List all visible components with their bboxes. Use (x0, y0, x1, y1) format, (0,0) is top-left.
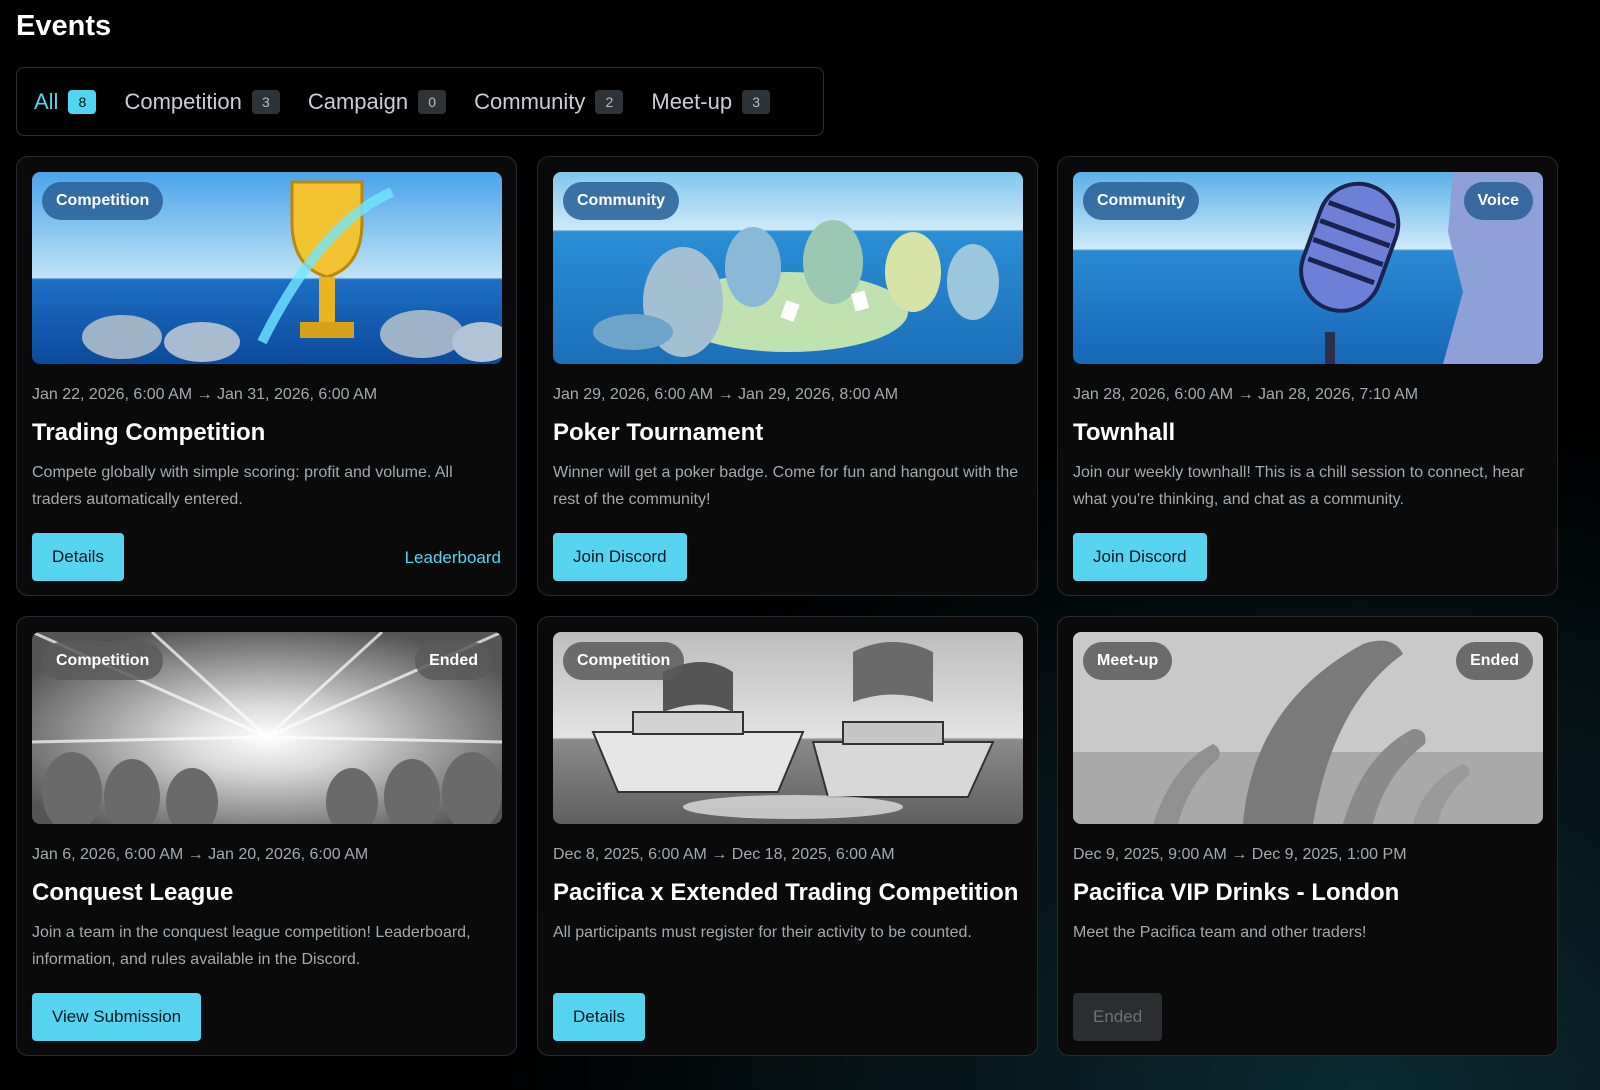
tab-label: All (34, 88, 59, 114)
event-date-range: Jan 29, 2026, 6:00 AM → Jan 29, 2026, 8:… (553, 386, 899, 403)
event-card-poker-tournament[interactable]: Community Jan 29, 2026, 6:00 AM → Jan 29… (537, 156, 1038, 596)
join-discord-button[interactable]: Join Discord (1073, 533, 1207, 581)
tab-all[interactable]: All 8 (34, 88, 97, 115)
tab-count-badge: 2 (595, 89, 624, 114)
tab-label: Meet-up (651, 88, 733, 114)
event-card-vip-drinks[interactable]: Meet-up Ended Dec 9, 2025, 9:00 AM → Dec… (1057, 616, 1558, 1056)
join-discord-button[interactable]: Join Discord (553, 533, 687, 581)
microphone-icon (1464, 182, 1544, 364)
event-title: Poker Tournament (553, 419, 764, 446)
event-title: Trading Competition (32, 419, 266, 446)
page-title: Events (16, 10, 112, 42)
tab-community[interactable]: Community 2 (474, 88, 624, 115)
event-description: Join our weekly townhall! This is a chil… (1073, 464, 1525, 508)
events-page: Events All 8 Competition 3 Campaign 0 Co… (0, 0, 1600, 1090)
event-image: Community (553, 172, 1023, 364)
tab-meet-up[interactable]: Meet-up 3 (651, 88, 771, 115)
tab-campaign[interactable]: Campaign 0 (307, 88, 447, 115)
category-badge: Meet-up (1083, 642, 1173, 680)
leaderboard-link[interactable]: Leaderboard (405, 548, 501, 568)
event-date-range: Jan 6, 2026, 6:00 AM → Jan 20, 2026, 6:0… (32, 846, 369, 863)
event-date-range: Jan 28, 2026, 6:00 AM → Jan 28, 2026, 7:… (1073, 386, 1419, 403)
event-image: Meet-up Ended (1073, 632, 1543, 824)
event-date-range: Dec 9, 2025, 9:00 AM → Dec 9, 2025, 1:00… (1073, 846, 1407, 863)
event-description: Winner will get a poker badge. Come for … (553, 464, 1019, 508)
event-card-conquest-league[interactable]: Competition Ended Jan 6, 2026, 6:00 AM →… (16, 616, 517, 1056)
event-image: Community Voice (1073, 172, 1543, 364)
event-description: Join a team in the conquest league compe… (32, 924, 471, 968)
category-badge: Competition (42, 182, 164, 220)
event-title: Conquest League (32, 879, 234, 906)
event-image: Competition (553, 632, 1023, 824)
category-badge: Competition (563, 642, 685, 680)
tab-label: Competition (124, 88, 242, 114)
category-badge: Community (1083, 182, 1199, 220)
details-button[interactable]: Details (553, 993, 645, 1041)
event-image: Competition (32, 172, 502, 364)
event-date-range: Jan 22, 2026, 6:00 AM → Jan 31, 2026, 6:… (32, 386, 378, 403)
event-description: Compete globally with simple scoring: pr… (32, 464, 453, 508)
tab-label: Campaign (307, 88, 409, 114)
event-filter-tabs: All 8 Competition 3 Campaign 0 Community… (16, 67, 824, 136)
ended-badge: Ended (415, 642, 492, 680)
event-description: All participants must register for their… (553, 924, 972, 941)
tab-competition[interactable]: Competition 3 (124, 88, 280, 115)
ended-button: Ended (1073, 993, 1163, 1041)
event-card-pacifica-extended[interactable]: Competition Dec 8, 2025, 6:00 AM → Dec 1… (537, 616, 1038, 1056)
event-date-range: Dec 8, 2025, 6:00 AM → Dec 18, 2025, 6:0… (553, 846, 895, 863)
tab-count-badge: 3 (251, 89, 280, 114)
category-badge: Competition (42, 642, 164, 680)
tab-label: Community (474, 88, 586, 114)
tab-count-badge: 0 (418, 89, 447, 114)
event-image: Competition Ended (32, 632, 502, 824)
event-title: Pacifica x Extended Trading Competition (553, 879, 1019, 906)
event-description: Meet the Pacifica team and other traders… (1073, 924, 1367, 941)
event-card-townhall[interactable]: Community Voice Jan 28, 2026, 6:00 AM → … (1057, 156, 1558, 596)
view-submission-button[interactable]: View Submission (32, 993, 202, 1041)
details-button[interactable]: Details (32, 533, 124, 581)
voice-badge: Voice (1463, 182, 1533, 220)
category-badge: Community (563, 182, 679, 220)
tab-count-badge: 8 (68, 89, 97, 114)
event-title: Pacifica VIP Drinks - London (1073, 879, 1400, 906)
event-card-trading-competition[interactable]: Competition Jan 22, 2026, 6:00 AM → Jan … (16, 156, 517, 596)
tab-count-badge: 3 (742, 89, 771, 114)
ended-badge: Ended (1456, 642, 1533, 680)
event-title: Townhall (1073, 419, 1176, 446)
